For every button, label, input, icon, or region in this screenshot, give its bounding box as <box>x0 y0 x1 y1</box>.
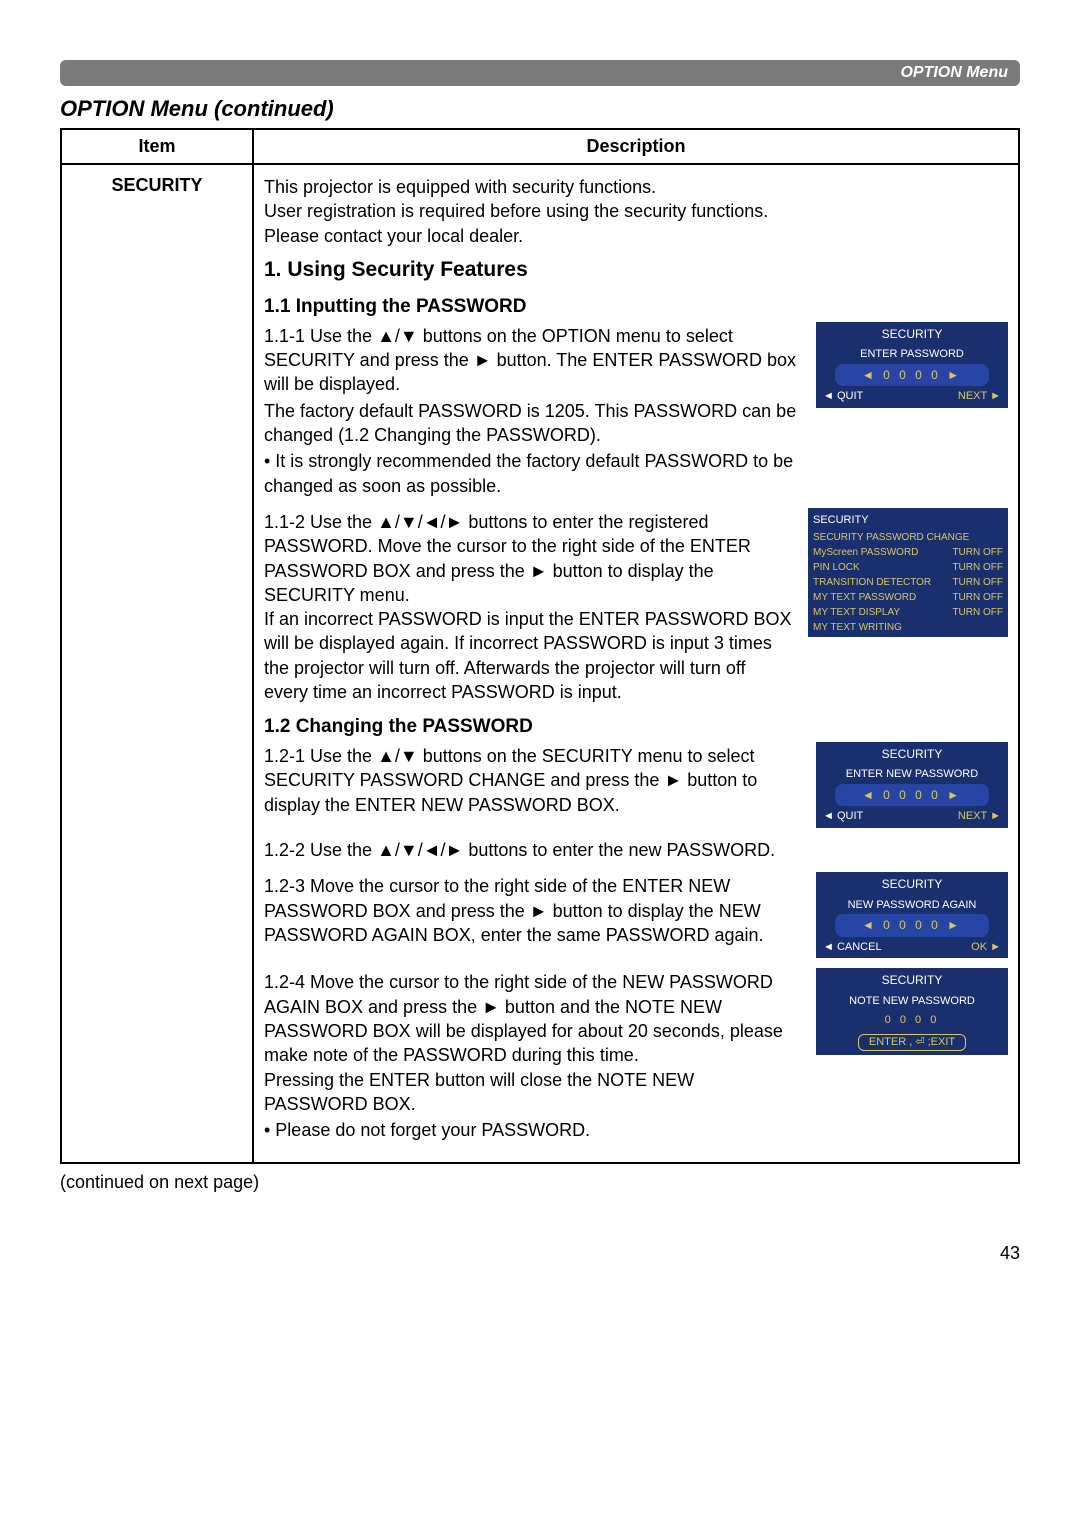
osd-security-menu: SECURITY SECURITY PASSWORD CHANGE MyScre… <box>808 508 1008 638</box>
header-band: OPTION Menu <box>60 60 1020 86</box>
manual-table: Item Description SECURITY This projector… <box>60 128 1020 1164</box>
item-security: SECURITY <box>61 164 253 1163</box>
step-1-2-4b: • Please do not forget your PASSWORD. <box>264 1118 802 1142</box>
step-1-1-1c: • It is strongly recommended the factory… <box>264 449 802 498</box>
col-item: Item <box>61 129 253 164</box>
step-1-1-1b: The factory default PASSWORD is 1205. Th… <box>264 399 802 448</box>
osd-enter-new-password: SECURITY ENTER NEW PASSWORD ◄ 0 0 0 0 ► … <box>816 742 1008 828</box>
step-1-2-4: 1.2-4 Move the cursor to the right side … <box>264 970 802 1116</box>
step-1-2-3: 1.2-3 Move the cursor to the right side … <box>264 874 802 947</box>
heading-1: 1. Using Security Features <box>264 256 1008 284</box>
osd-note-new-password: SECURITY NOTE NEW PASSWORD 0 0 0 0 ENTER… <box>816 968 1008 1055</box>
desc-cell: This projector is equipped with security… <box>253 164 1019 1163</box>
step-1-1-2: 1.1-2 Use the ▲/▼/◄/► buttons to enter t… <box>264 510 794 704</box>
page-number: 43 <box>60 1243 1020 1264</box>
step-1-2-1: 1.2-1 Use the ▲/▼ buttons on the SECURIT… <box>264 744 802 817</box>
step-1-1-1: 1.1-1 Use the ▲/▼ buttons on the OPTION … <box>264 324 802 397</box>
osd-new-password-again: SECURITY NEW PASSWORD AGAIN ◄ 0 0 0 0 ► … <box>816 872 1008 958</box>
col-desc: Description <box>253 129 1019 164</box>
osd-enter-password: SECURITY ENTER PASSWORD ◄ 0 0 0 0 ► ◄ QU… <box>816 322 1008 408</box>
heading-1-1: 1.1 Inputting the PASSWORD <box>264 294 1008 320</box>
heading-1-2: 1.2 Changing the PASSWORD <box>264 714 1008 740</box>
intro-text: This projector is equipped with security… <box>264 175 1008 248</box>
step-1-2-2: 1.2-2 Use the ▲/▼/◄/► buttons to enter t… <box>264 838 1008 862</box>
continued-note: (continued on next page) <box>60 1172 1020 1193</box>
section-title: OPTION Menu (continued) <box>60 96 1020 122</box>
